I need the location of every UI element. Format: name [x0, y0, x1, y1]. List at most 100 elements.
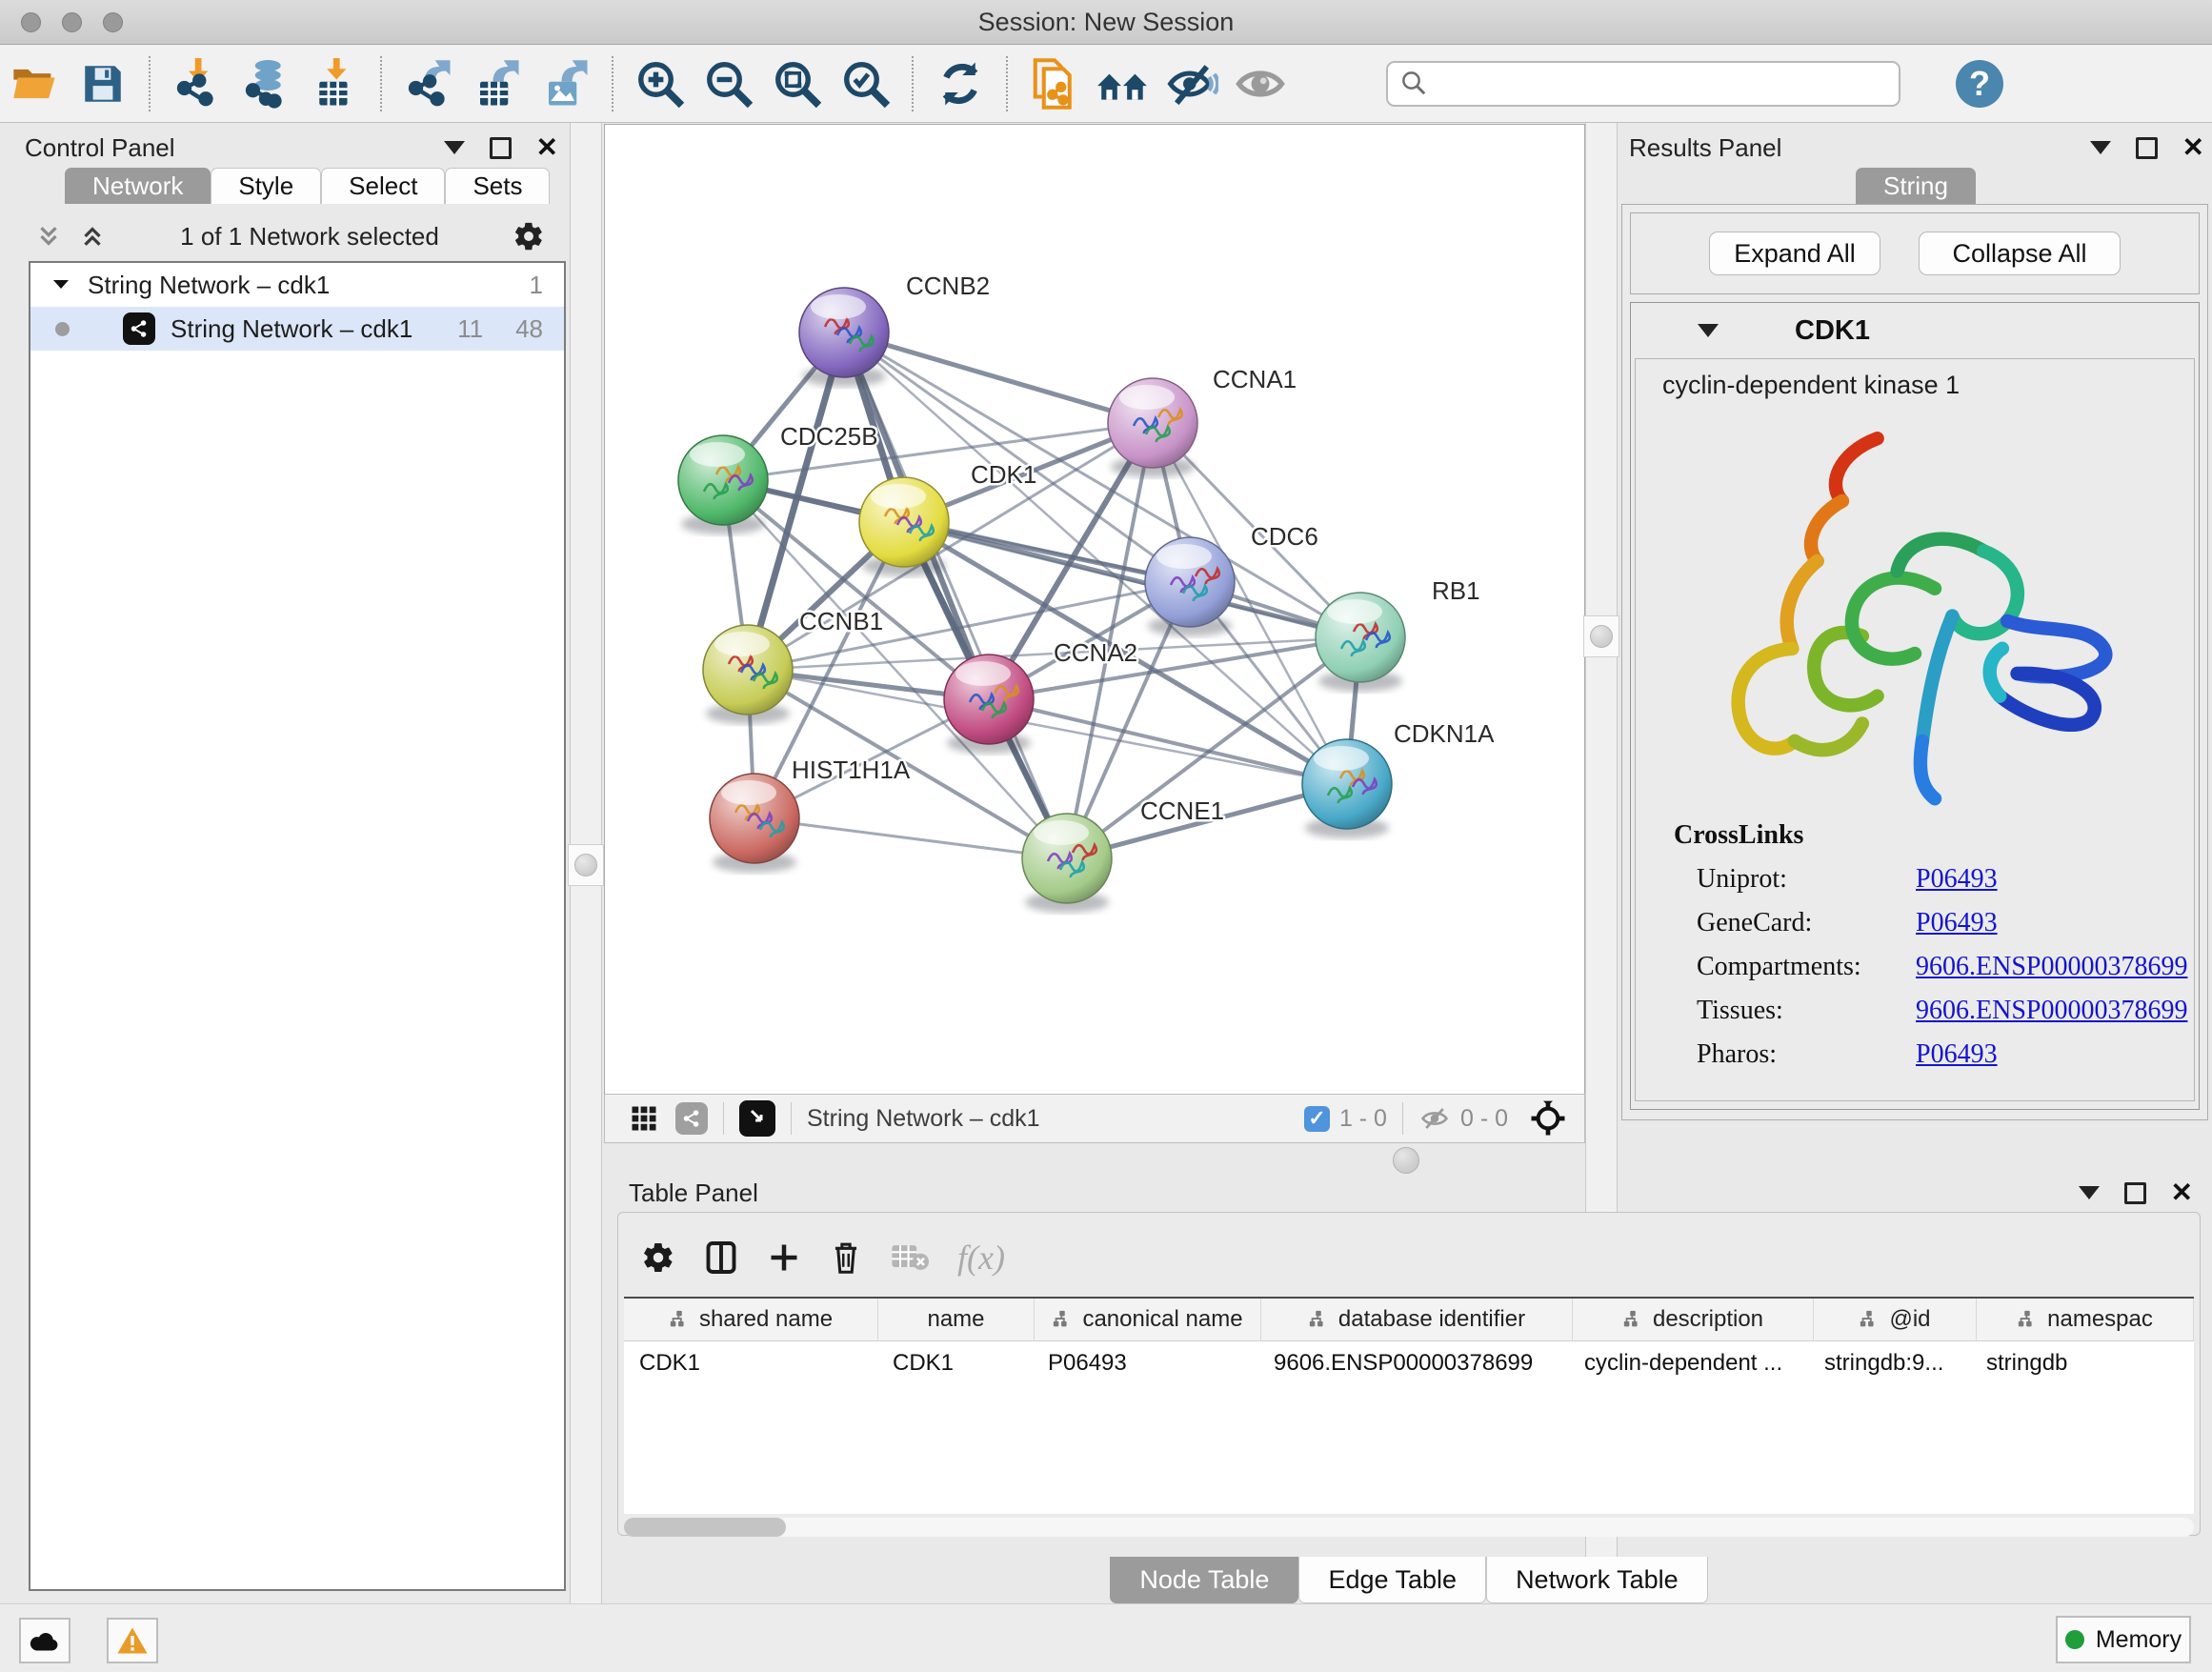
collapse-panel-icon[interactable] — [2079, 1186, 2100, 1199]
float-panel-icon[interactable] — [2124, 1182, 2146, 1204]
tab-edge-table[interactable]: Edge Table — [1298, 1557, 1486, 1603]
close-panel-icon[interactable]: ✕ — [536, 134, 558, 161]
hide-selected-button[interactable] — [1164, 56, 1219, 111]
cloud-status-button[interactable] — [19, 1618, 70, 1663]
zoom-fit-button[interactable] — [770, 56, 825, 111]
export-network-button[interactable] — [401, 56, 456, 111]
network-node-hist1h1a[interactable]: HIST1H1A — [710, 755, 911, 873]
network-row[interactable]: String Network – cdk1 11 48 — [30, 307, 564, 351]
import-network-database-button[interactable] — [238, 56, 293, 111]
zoom-in-button[interactable] — [633, 56, 688, 111]
collapse-panel-icon[interactable] — [2090, 141, 2111, 154]
network-node-ccna1[interactable]: CCNA1 — [1108, 365, 1297, 477]
network-edge[interactable] — [754, 818, 1067, 858]
tab-string[interactable]: String — [1856, 168, 1976, 204]
right-splitter-handle[interactable] — [1583, 615, 1619, 657]
crosslink-genecard-link[interactable]: P06493 — [1916, 908, 1998, 938]
bottom-splitter-handle[interactable] — [1393, 1147, 1419, 1174]
table-options-gear-icon[interactable] — [641, 1240, 675, 1275]
table-cell[interactable]: stringdb:9... — [1809, 1350, 1971, 1377]
toolbar-divider — [380, 56, 383, 111]
column-header-description[interactable]: description — [1573, 1299, 1814, 1340]
table-hscrollbar-thumb[interactable] — [624, 1518, 786, 1537]
grid-view-icon[interactable] — [630, 1104, 658, 1133]
left-splitter-handle[interactable] — [568, 844, 604, 886]
table-cell[interactable]: stringdb — [1971, 1350, 2194, 1377]
table-row[interactable]: CDK1CDK1P064939606.ENSP00000378699cyclin… — [624, 1341, 2194, 1385]
export-table-button[interactable] — [470, 56, 525, 111]
birds-eye-icon[interactable] — [1529, 1099, 1567, 1138]
crosslink-pharos-link[interactable]: P06493 — [1916, 1039, 1998, 1070]
tab-select[interactable]: Select — [321, 168, 445, 204]
network-edge[interactable] — [844, 332, 1153, 423]
save-session-button[interactable] — [75, 56, 131, 111]
collapse-panel-icon[interactable] — [444, 141, 465, 154]
home-button[interactable] — [1096, 56, 1151, 111]
zoom-out-button[interactable] — [701, 56, 756, 111]
float-panel-icon[interactable] — [2136, 137, 2158, 159]
show-all-button[interactable] — [1233, 56, 1288, 111]
show-columns-icon[interactable] — [704, 1240, 738, 1275]
crosslink-tissues-link[interactable]: 9606.ENSP00000378699 — [1916, 996, 2187, 1026]
open-session-button[interactable] — [7, 56, 62, 111]
tab-network[interactable]: Network — [65, 168, 211, 204]
zoom-selected-button[interactable] — [838, 56, 894, 111]
crosslink-uniprot-link[interactable]: P06493 — [1916, 864, 1998, 895]
network-node-cdc25b[interactable]: CDC25B — [678, 422, 878, 534]
network-node-rb1[interactable]: RB1 — [1316, 576, 1480, 692]
warning-status-button[interactable] — [107, 1618, 158, 1663]
expand-all-button[interactable]: Expand All — [1709, 232, 1880, 275]
network-edge[interactable] — [989, 699, 1347, 784]
network-canvas[interactable]: CCNB2CCNA1CDC25BCDK1CDC6RB1CCNB1CCNA2CDK… — [604, 124, 1585, 1096]
import-table-file-button[interactable] — [307, 56, 362, 111]
help-button[interactable]: ? — [1956, 60, 2003, 108]
table-cell[interactable]: 9606.ENSP00000378699 — [1258, 1350, 1569, 1377]
protein-section-header[interactable]: CDK1 — [1631, 303, 2199, 358]
search-input[interactable] — [1386, 61, 1900, 107]
network-node-cdk1[interactable]: CDK1 — [859, 460, 1036, 576]
collapse-all-button[interactable]: Collapse All — [1919, 232, 2121, 275]
add-column-icon[interactable] — [767, 1240, 801, 1275]
float-panel-icon[interactable] — [490, 137, 512, 159]
collapse-all-icon[interactable] — [34, 222, 63, 251]
title-bar: Session: New Session — [0, 0, 2212, 45]
column-header-database-identifier[interactable]: database identifier — [1261, 1299, 1573, 1340]
column-header--id[interactable]: @id — [1814, 1299, 1977, 1340]
network-graph[interactable]: CCNB2CCNA1CDC25BCDK1CDC6RB1CCNB1CCNA2CDK… — [605, 125, 1584, 1095]
collection-disclosure-icon[interactable] — [51, 275, 70, 294]
close-panel-icon[interactable]: ✕ — [2182, 134, 2204, 161]
column-flag-icon — [1622, 1309, 1643, 1330]
column-header-shared-name[interactable]: shared name — [624, 1299, 878, 1340]
column-header-name[interactable]: name — [878, 1299, 1035, 1340]
section-disclosure-icon[interactable] — [1698, 324, 1719, 337]
tab-sets[interactable]: Sets — [445, 168, 550, 204]
table-cell[interactable]: cyclin-dependent ... — [1569, 1350, 1809, 1377]
table-cell[interactable]: CDK1 — [624, 1350, 877, 1377]
node-label: CDC6 — [1251, 522, 1318, 551]
table-cell[interactable]: P06493 — [1033, 1350, 1258, 1377]
import-network-file-button[interactable] — [170, 56, 225, 111]
network-options-gear-icon[interactable] — [513, 220, 545, 252]
delete-column-icon[interactable] — [830, 1240, 862, 1275]
column-header-namespac[interactable]: namespac — [1977, 1299, 2194, 1340]
export-image-button[interactable] — [538, 56, 593, 111]
network-view-share-icon[interactable] — [675, 1102, 708, 1135]
network-collection-row[interactable]: String Network – cdk1 1 — [30, 263, 564, 307]
hidden-eye-icon[interactable] — [1418, 1104, 1451, 1133]
table-cell[interactable]: CDK1 — [877, 1350, 1033, 1377]
table-hscrollbar[interactable] — [624, 1518, 2194, 1537]
tab-network-table[interactable]: Network Table — [1486, 1557, 1708, 1603]
refresh-button[interactable] — [933, 56, 988, 111]
memory-button[interactable]: Memory — [2056, 1616, 2191, 1663]
control-panel-title: Control Panel — [11, 133, 175, 163]
selected-checkbox[interactable]: ✓ — [1304, 1106, 1330, 1132]
detach-view-icon[interactable] — [739, 1100, 775, 1137]
crosslink-compartments-link[interactable]: 9606.ENSP00000378699 — [1916, 952, 2187, 982]
column-header-canonical-name[interactable]: canonical name — [1035, 1299, 1261, 1340]
network-node-cdkn1a[interactable]: CDKN1A — [1302, 719, 1495, 838]
expand-all-icon[interactable] — [78, 222, 107, 251]
clone-network-button[interactable] — [1027, 56, 1082, 111]
close-panel-icon[interactable]: ✕ — [2171, 1179, 2193, 1206]
tab-style[interactable]: Style — [211, 168, 321, 204]
tab-node-table[interactable]: Node Table — [1110, 1557, 1298, 1603]
